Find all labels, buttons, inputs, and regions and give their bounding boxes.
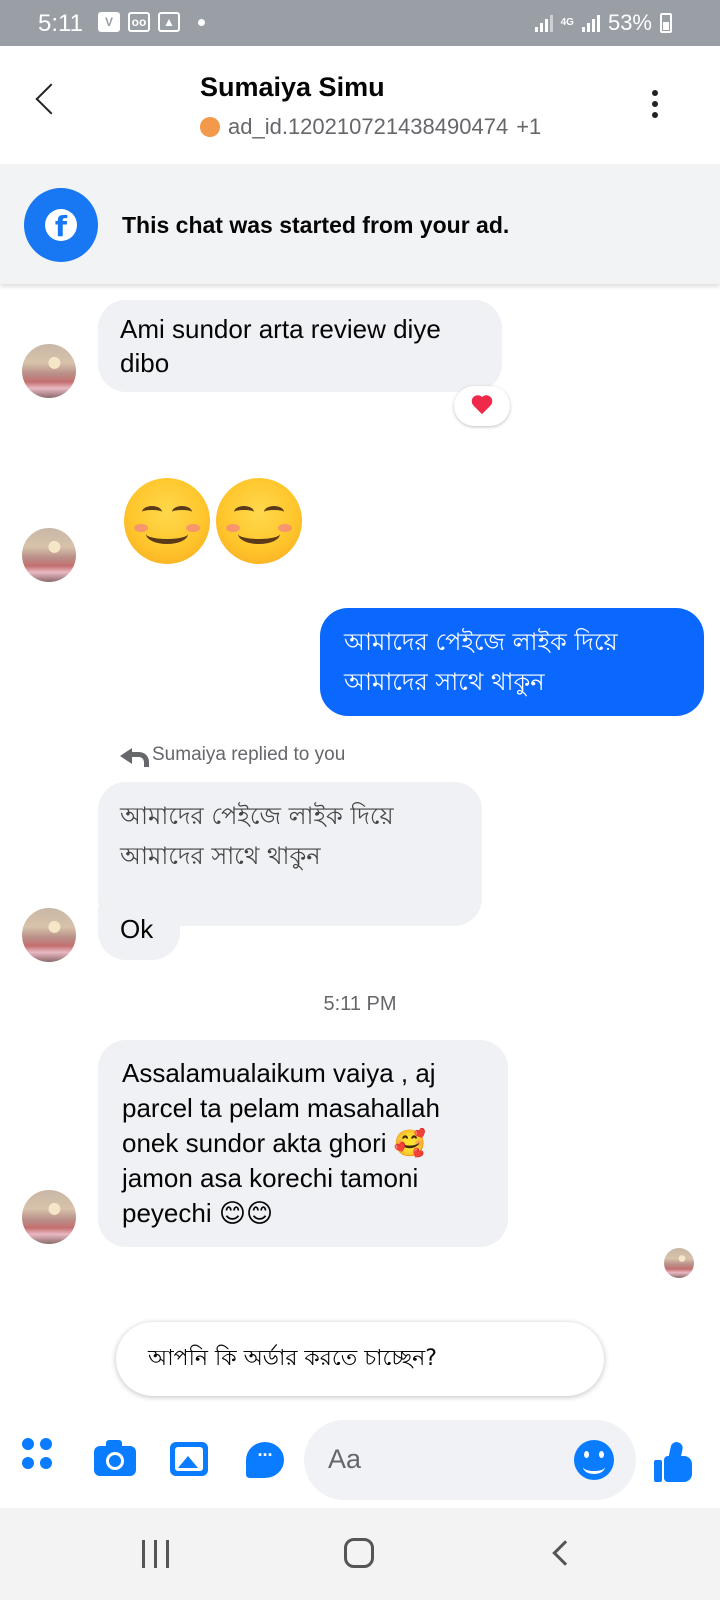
system-icons: 4G 53%	[534, 10, 672, 36]
avatar[interactable]	[22, 908, 76, 962]
gallery-icon[interactable]	[170, 1442, 208, 1476]
message-line: আমাদের পেইজে লাইক দিয়ে	[344, 628, 618, 656]
message-timestamp: 5:11 PM	[323, 993, 397, 1015]
system-back-icon[interactable]	[552, 1540, 578, 1566]
message-line: jamon asa korechi tamoni	[122, 1163, 419, 1193]
message-line: parcel ta pelam masahallah	[122, 1093, 440, 1123]
quoted-line: আমাদের সাথে থাকুন	[120, 842, 321, 870]
read-receipt-avatar	[664, 1248, 694, 1278]
ad-origin-text: This chat was started from your ad.	[122, 212, 510, 238]
heart-reaction[interactable]	[454, 386, 510, 426]
contact-subtitle: ad_id.120210721438490474 +1	[200, 114, 541, 140]
signal-icon-2	[581, 14, 600, 32]
message-line: dibo	[120, 348, 170, 378]
ad-id-extra: +1	[516, 114, 542, 139]
back-arrow-icon[interactable]	[35, 83, 67, 115]
message-input-placeholder: Aa	[328, 1444, 362, 1474]
apps-menu-icon[interactable]	[22, 1438, 54, 1470]
contact-name[interactable]: Sumaiya Simu	[200, 72, 385, 103]
quick-reply-icon[interactable]: ···	[246, 1442, 284, 1478]
message-text: Ok	[120, 914, 154, 944]
battery-icon	[660, 13, 672, 33]
home-icon[interactable]	[344, 1538, 374, 1568]
facebook-logo-icon: f	[24, 188, 98, 262]
reply-label-text: Sumaiya replied to you	[152, 744, 346, 765]
more-notifications-icon	[198, 18, 205, 26]
avatar[interactable]	[22, 1190, 76, 1244]
system-nav-bar	[0, 1508, 720, 1600]
gallery-icon: ▲	[158, 12, 180, 32]
notification-icons: V oo ▲	[98, 12, 205, 32]
incoming-message[interactable]: Assalamualaikum vaiya , aj parcel ta pel…	[98, 1040, 508, 1247]
smiling-face-emoji-icon[interactable]	[124, 478, 210, 564]
suggested-reply-chip[interactable]: আপনি কি অর্ডার করতে চাচ্ছেন?	[116, 1322, 604, 1396]
message-line: Assalamualaikum vaiya , aj	[122, 1058, 436, 1088]
more-options-icon[interactable]	[652, 90, 658, 118]
voicemail-icon: oo	[128, 12, 150, 32]
thumbs-up-icon[interactable]	[654, 1440, 694, 1482]
quoted-line: আমাদের পেইজে লাইক দিয়ে	[120, 802, 394, 830]
avatar[interactable]	[22, 528, 76, 582]
battery-percent: 53%	[607, 10, 652, 35]
message-line: Ami sundor arta review diye	[120, 314, 441, 344]
network-type-icon: 4G	[560, 17, 574, 28]
status-time: 5:11	[38, 10, 83, 37]
message-composer: ··· Aa	[0, 1408, 720, 1508]
ad-origin-banner: f This chat was started from your ad.	[0, 164, 720, 284]
status-dot-icon	[200, 117, 220, 137]
message-line: আমাদের সাথে থাকুন	[344, 668, 545, 696]
recent-apps-icon[interactable]	[142, 1540, 169, 1568]
message-line: peyechi 😊😊	[122, 1198, 274, 1228]
ad-id-text: ad_id.120210721438490474	[228, 114, 509, 139]
smiling-face-emoji-icon[interactable]	[216, 478, 302, 564]
incoming-message[interactable]: Ami sundor arta review diye dibo	[98, 300, 502, 392]
outgoing-message[interactable]: আমাদের পেইজে লাইক দিয়ে আমাদের সাথে থাকু…	[320, 608, 704, 716]
app-v-icon: V	[98, 12, 120, 32]
heart-icon	[471, 396, 493, 416]
emoji-picker-icon[interactable]	[574, 1440, 614, 1480]
camera-icon[interactable]	[94, 1440, 136, 1476]
message-line: onek sundor akta ghori 🥰	[122, 1128, 427, 1158]
signal-icon	[534, 14, 553, 32]
message-input[interactable]: Aa	[304, 1420, 636, 1500]
status-bar: 5:11 V oo ▲ 4G 53%	[0, 0, 720, 46]
reply-indicator: Sumaiya replied to you	[120, 744, 346, 767]
chat-header: Sumaiya Simu ad_id.120210721438490474 +1	[0, 46, 720, 164]
incoming-message[interactable]: Ok	[98, 902, 180, 960]
avatar[interactable]	[22, 344, 76, 398]
reply-arrow-icon	[120, 746, 149, 767]
